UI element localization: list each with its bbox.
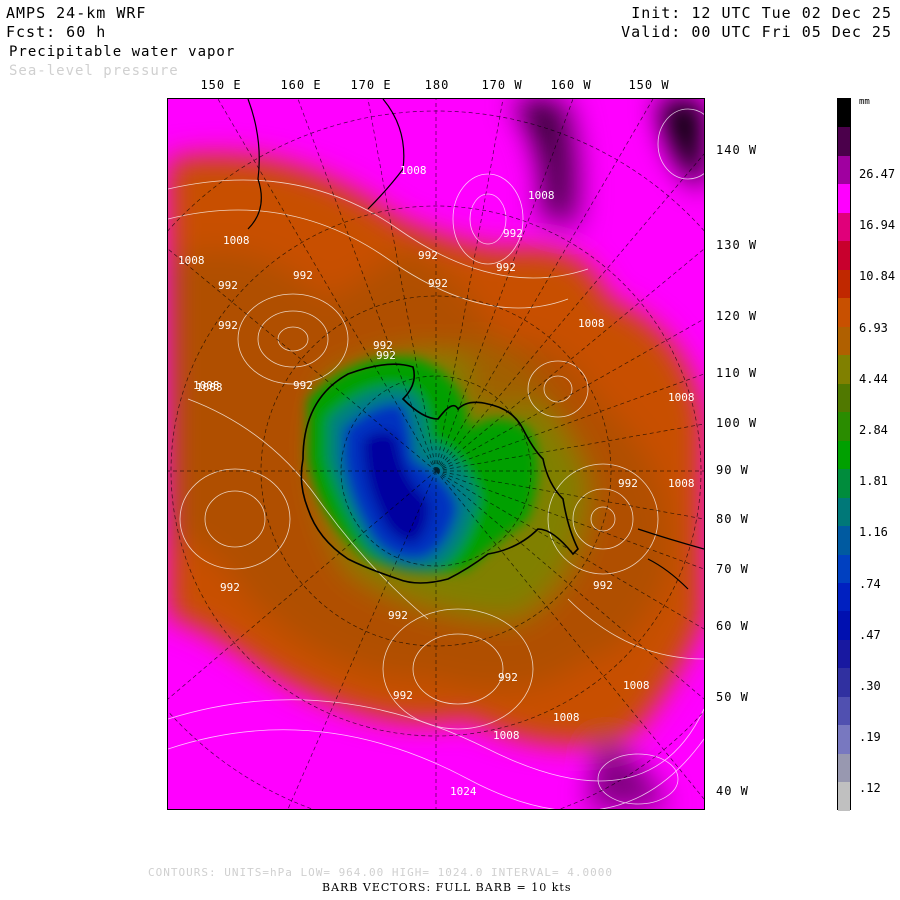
colorbar-swatch — [838, 497, 850, 527]
lat-label: 70 W — [716, 562, 749, 576]
colorbar-swatch — [838, 469, 850, 498]
isobar-label: 1024 — [450, 785, 477, 798]
colorbar-swatch — [838, 639, 850, 669]
colorbar-swatch — [838, 782, 850, 811]
isobar-label: 992 — [388, 609, 408, 622]
isobar-label: 992 — [418, 249, 438, 262]
lat-label: 130 W — [716, 238, 758, 252]
isobar-label: 1008 — [196, 381, 223, 394]
isobar-label: 992 — [393, 689, 413, 702]
colorbar-label: 16.94 — [859, 218, 896, 233]
field-secondary-label: Sea-level pressure — [9, 63, 179, 79]
colorbar-unit: mm — [859, 97, 870, 107]
barb-info: BARB VECTORS: FULL BARB = 10 kts — [322, 881, 572, 894]
colorbar-label: 26.47 — [859, 167, 896, 181]
lat-label: 120 W — [716, 309, 758, 323]
map-canvas: 1008 992 1008 1008 992 992 992 992 992 1… — [168, 99, 704, 809]
colorbar-swatch — [838, 298, 850, 327]
colorbar-swatch — [838, 554, 850, 583]
lon-label: 170 E — [350, 78, 392, 92]
isobar-label: 1008 — [623, 679, 650, 692]
lat-label: 140 W — [716, 143, 758, 157]
colorbar-swatch — [838, 753, 850, 783]
contour-info: CONTOURS: UNITS=hPa LOW= 964.00 HIGH= 10… — [148, 866, 613, 879]
isobar-label: 992 — [218, 279, 238, 292]
isobar-label: 1008 — [578, 317, 605, 330]
colorbar-label: 6.93 — [859, 320, 888, 335]
isobar-label: 1008 — [493, 729, 520, 742]
colorbar-label: 2.84 — [859, 423, 888, 437]
colorbar-swatch — [838, 184, 850, 213]
lon-label: 150 E — [200, 78, 242, 92]
valid-time: Valid: 00 UTC Fri 05 Dec 25 — [621, 23, 892, 41]
colorbar-label: 10.84 — [859, 269, 896, 284]
lon-label: 180 — [424, 78, 450, 92]
isobar-label: 992 — [498, 671, 518, 684]
colorbar-swatch — [838, 611, 850, 640]
precipitable-water-map: 1008 992 1008 1008 992 992 992 992 992 1… — [167, 98, 705, 810]
colorbar-swatch — [838, 412, 850, 441]
colorbar-swatch — [838, 155, 850, 185]
colorbar-swatch — [838, 241, 850, 270]
lat-label: 80 W — [716, 512, 749, 526]
isobar-label: 992 — [218, 319, 238, 332]
colorbar-swatch — [838, 127, 850, 156]
lat-label: 110 W — [716, 366, 758, 380]
colorbar — [837, 98, 851, 811]
colorbar-swatch — [838, 440, 850, 470]
lon-label: 160 E — [280, 78, 322, 92]
isobar-label: 992 — [503, 227, 523, 240]
colorbar-swatch — [838, 582, 850, 612]
lat-label: 90 W — [716, 463, 749, 477]
colorbar-swatch — [838, 383, 850, 413]
colorbar-swatch — [838, 326, 850, 356]
colorbar-swatch — [838, 269, 850, 299]
colorbar-label: .30 — [859, 679, 881, 693]
isobar-label: 1008 — [553, 711, 580, 724]
colorbar-label: 1.81 — [859, 474, 888, 489]
init-time: Init: 12 UTC Tue 02 Dec 25 — [631, 4, 892, 22]
lat-label: 60 W — [716, 619, 749, 633]
model-title: AMPS 24-km WRF — [6, 4, 147, 22]
isobar-label: 992 — [376, 349, 396, 362]
isobar-label: 992 — [593, 579, 613, 592]
lat-label: 100 W — [716, 416, 758, 430]
colorbar-label: .74 — [859, 576, 881, 591]
isobar-label: 992 — [293, 379, 313, 392]
lat-label: 50 W — [716, 690, 749, 704]
isobar-label: 1008 — [528, 189, 555, 202]
isobar-label: 992 — [496, 261, 516, 274]
isobar-label: 1008 — [400, 164, 427, 177]
colorbar-swatch — [838, 212, 850, 242]
isobar-label: 1008 — [668, 391, 695, 404]
colorbar-label: 1.16 — [859, 525, 888, 540]
isobar-label: 1008 — [178, 254, 205, 267]
colorbar-label: 4.44 — [859, 371, 888, 386]
colorbar-label: .19 — [859, 730, 881, 745]
isobar-label: 992 — [220, 581, 240, 594]
colorbar-swatch — [838, 526, 850, 555]
colorbar-swatch — [838, 99, 850, 128]
field-primary-label: Precipitable water vapor — [9, 44, 236, 60]
lon-label: 170 W — [481, 78, 523, 92]
lon-label: 160 W — [550, 78, 592, 92]
colorbar-swatch — [838, 696, 850, 726]
lon-label: 150 W — [628, 78, 670, 92]
isobar-label: 992 — [618, 477, 638, 490]
colorbar-swatch — [838, 725, 850, 754]
isobar-label: 992 — [293, 269, 313, 282]
lat-label: 40 W — [716, 784, 749, 798]
colorbar-label: .12 — [859, 781, 881, 796]
colorbar-swatch — [838, 355, 850, 384]
isobar-label: 1008 — [223, 234, 250, 247]
colorbar-swatch — [838, 668, 850, 697]
isobar-label: 992 — [428, 277, 448, 290]
forecast-hour: Fcst: 60 h — [6, 23, 107, 41]
isobar-label: 1008 — [668, 477, 695, 490]
colorbar-label: .47 — [859, 627, 881, 642]
